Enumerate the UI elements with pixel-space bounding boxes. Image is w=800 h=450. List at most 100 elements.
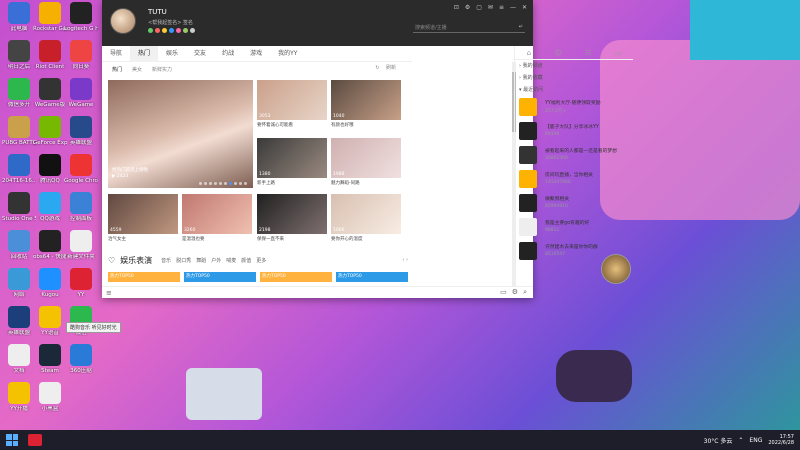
section-link[interactable]: 脱口秀: [176, 257, 191, 264]
live-card[interactable]: 2198 保保一直不来: [257, 194, 327, 242]
tray-arrow-icon[interactable]: ⌃: [738, 437, 743, 444]
nav-tab[interactable]: 娱乐: [158, 46, 186, 62]
window-control[interactable]: ≡: [499, 4, 504, 11]
rank-tile[interactable]: 热力TOP50: [260, 272, 332, 282]
recent-channel[interactable]: 房间玩直播，当你相关 145447466: [515, 168, 633, 192]
clock[interactable]: 17:57 2022/6/28: [768, 434, 794, 446]
desktop-icon[interactable]: 360压缩: [64, 344, 98, 384]
desktop-icon[interactable]: PUBG BATTLEGR...: [2, 116, 36, 156]
recent-channel[interactable]: YY福利大厅-随便领取奖励 257,5万+: [515, 96, 633, 120]
desktop-icon[interactable]: 小黑盒: [33, 382, 67, 422]
menu-icon[interactable]: ≡: [106, 289, 112, 297]
language-indicator[interactable]: ENG: [749, 437, 762, 444]
window-control[interactable]: ✉: [488, 4, 493, 11]
nav-tab[interactable]: 导航: [102, 46, 130, 62]
section-arrows[interactable]: ‹ ›: [402, 257, 408, 263]
desktop-icon[interactable]: Google Chrome: [64, 154, 98, 194]
live-card[interactable]: 1380 新手上路: [257, 138, 327, 186]
rank-tile[interactable]: 热力TOP50: [336, 272, 408, 282]
nav-tab[interactable]: 热门: [130, 45, 159, 62]
section-link[interactable]: 舞蹈: [196, 257, 206, 264]
find-icon[interactable]: ⌕: [523, 288, 527, 297]
desktop-icon[interactable]: Steam: [33, 344, 67, 384]
section-link[interactable]: 颜值: [241, 257, 251, 264]
desktop-icon[interactable]: 向日葵: [64, 40, 98, 80]
desktop-icon[interactable]: 文档: [2, 344, 36, 384]
hero-banner[interactable]: 抢热门首页上榜啦 ▶ 2423: [108, 80, 253, 188]
recent-channel[interactable]: 【鹿子大队】分享冰冰YY 69196: [515, 120, 633, 144]
windows-start-icon[interactable]: [6, 434, 18, 446]
desktop-icon[interactable]: 微信多开: [2, 78, 36, 118]
desktop-icon[interactable]: Logitech G HUB: [64, 2, 98, 42]
desktop-icon[interactable]: YY: [64, 268, 98, 308]
desktop-icon[interactable]: GeForce Experience: [33, 116, 67, 156]
sub-tab[interactable]: 美女: [127, 66, 147, 73]
search-enter-icon[interactable]: ↵: [519, 24, 523, 30]
search-input[interactable]: 搜索频道/主播 ↵: [413, 24, 525, 33]
desktop-icon[interactable]: 控制面板: [64, 192, 98, 232]
contacts-icon[interactable]: ☷: [585, 49, 591, 57]
window-control[interactable]: ✕: [522, 4, 527, 11]
desktop-icon[interactable]: Studio One 5: [2, 192, 36, 232]
nav-tab[interactable]: 约战: [214, 46, 242, 62]
desktop-icon[interactable]: Riot Client: [33, 40, 67, 80]
user-avatar[interactable]: [110, 8, 136, 34]
desktop-icon[interactable]: Rockstar Games...: [33, 2, 67, 42]
side-section-header[interactable]: ▾ 最近访问: [515, 84, 633, 96]
window-control[interactable]: ▢: [476, 4, 482, 11]
live-card[interactable]: 3260 是温温也要: [182, 194, 252, 242]
mascot-badge[interactable]: [601, 254, 631, 284]
window-control[interactable]: ⚙: [465, 4, 470, 11]
sub-tab[interactable]: 新鲜实力: [147, 66, 177, 73]
desktop-icon[interactable]: 英雄联盟: [64, 116, 98, 156]
nav-tab[interactable]: 游戏: [242, 46, 270, 62]
live-card[interactable]: 4559 治气女主: [108, 194, 178, 242]
live-card[interactable]: 1066 要你开心的温度: [331, 194, 401, 242]
desktop-icon[interactable]: 腾讯QQ: [33, 154, 67, 194]
desktop-icon[interactable]: 204T16-16...: [2, 154, 36, 194]
desktop-icon[interactable]: 此电脑: [2, 2, 36, 42]
desktop-icon[interactable]: 英雄联盟: [2, 306, 36, 346]
user-signature[interactable]: <帮我起签名> 签名: [148, 19, 193, 26]
section-link[interactable]: 音乐: [161, 257, 171, 264]
live-card[interactable]: 1988 魅力舞蹈-同路: [331, 138, 401, 186]
desktop-icon[interactable]: obs64 - 快捷方式: [33, 230, 67, 270]
nav-tab[interactable]: 我的YY: [270, 46, 305, 62]
recent-channel[interactable]: 被看起来的人都是一还是看的梦想 36862360: [515, 144, 633, 168]
side-section-header[interactable]: › 我的频道: [515, 60, 633, 72]
recent-channel[interactable]: 做聚频相关 82994910: [515, 192, 633, 216]
rank-tile[interactable]: 热力TOP50: [108, 272, 180, 282]
title-bar[interactable]: TUTU <帮我起签名> 签名 ⊡ ⚙ ▢ ✉ ≡ — ✕ 搜索频道/主播 ↵: [102, 0, 533, 46]
desktop-icon[interactable]: WeGame: [64, 78, 98, 118]
message-icon[interactable]: ▭: [500, 288, 507, 297]
user-icon[interactable]: ☺: [554, 49, 561, 57]
recent-channel[interactable]: 我是主要go有趣的好 98811: [515, 216, 633, 240]
user-name[interactable]: TUTU: [148, 8, 167, 16]
desktop-icon[interactable]: 回收站: [2, 230, 36, 270]
desktop-icon[interactable]: 网络: [2, 268, 36, 308]
sub-tab[interactable]: 热门: [107, 66, 127, 73]
section-link[interactable]: 喊麦: [226, 257, 236, 264]
refresh-button[interactable]: ↻ 刷新: [370, 64, 406, 71]
weather[interactable]: 30°C 多云: [704, 436, 733, 445]
taskbar-yy-app[interactable]: [28, 434, 42, 446]
desktop-icon[interactable]: QQ游戏: [33, 192, 67, 232]
live-card[interactable]: 3053 要怀着诚心可能看: [257, 80, 327, 128]
section-link[interactable]: 更多: [256, 257, 266, 264]
desktop-icon[interactable]: WeGame版: [33, 78, 67, 118]
side-section-header[interactable]: › 我的收藏: [515, 72, 633, 84]
nav-tab[interactable]: 交友: [186, 46, 214, 62]
section-link[interactable]: 户外: [211, 257, 221, 264]
home-icon[interactable]: ⌂: [527, 49, 531, 57]
desktop-icon[interactable]: Kugou: [33, 268, 67, 308]
chat-icon[interactable]: ▭: [615, 49, 622, 57]
settings-icon[interactable]: ⚙: [512, 288, 518, 297]
carousel-dots[interactable]: [199, 182, 247, 185]
live-card[interactable]: 1040 有颜也好哦: [331, 80, 401, 128]
desktop-icon[interactable]: YY语音: [33, 306, 67, 346]
desktop-icon[interactable]: 明日之后: [2, 40, 36, 80]
desktop-icon[interactable]: 新建文件夹: [64, 230, 98, 270]
rank-tile[interactable]: 热力TOP50: [184, 272, 256, 282]
window-control[interactable]: —: [510, 4, 516, 11]
window-control[interactable]: ⊡: [454, 4, 459, 11]
